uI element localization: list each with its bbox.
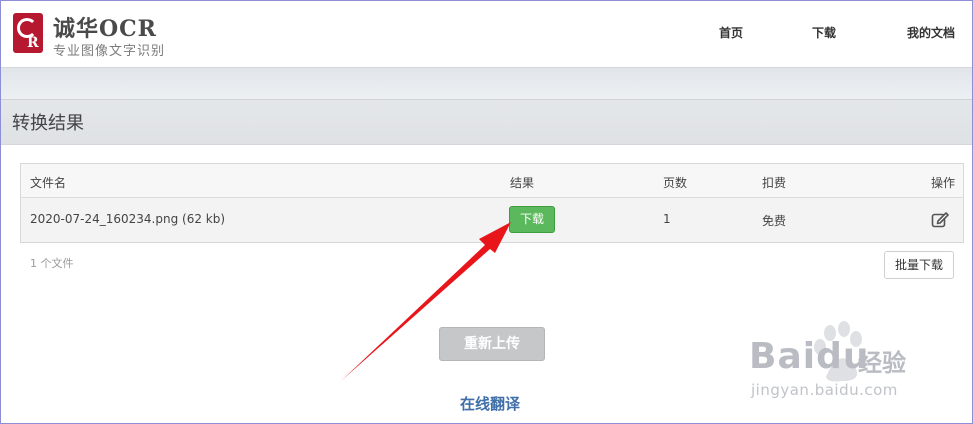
- annotation-arrow-icon: [341, 222, 511, 381]
